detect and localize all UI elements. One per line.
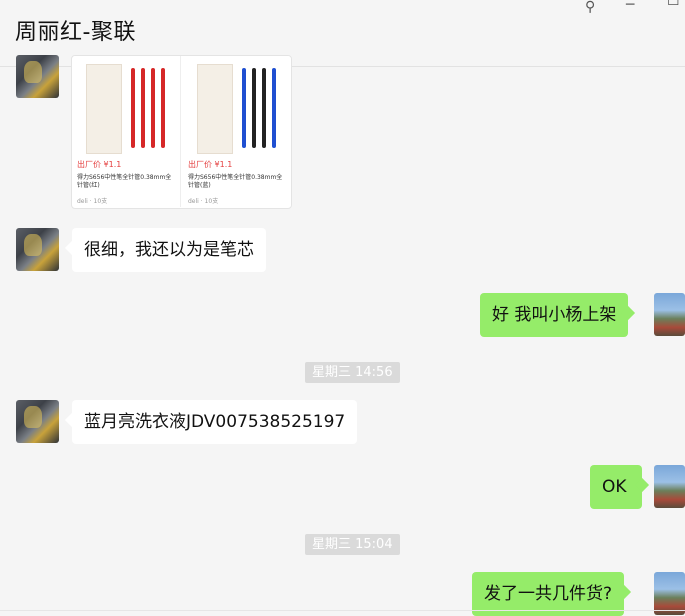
product-description: 得力S656中性笔全针管0.38mm全针管(蓝) [188,174,283,189]
red-pen-image [131,68,135,148]
product-item[interactable]: 出厂价 ¥1.1 得力S656中性笔全针管0.38mm全针管(红) deli ·… [73,56,180,207]
pen-box-image [197,64,233,154]
timestamp: 星期三 14:56 [305,362,400,383]
blue-pen-image [242,68,246,148]
product-price: 出厂价 ¥1.1 [77,160,122,169]
minimize-icon[interactable]: ─ [626,0,634,12]
message-bubble-incoming[interactable]: 很细，我还以为是笔芯 [72,228,266,272]
red-pen-image [151,68,155,148]
contact-avatar[interactable] [16,400,59,443]
timestamp: 星期三 15:04 [305,534,400,555]
chat-title: 周丽红-聚联 [15,20,136,45]
pen-box-image [86,64,122,154]
contact-avatar[interactable] [16,55,59,98]
contact-avatar[interactable] [16,228,59,271]
product-price: 出厂价 ¥1.1 [188,160,233,169]
black-pen-image [262,68,266,148]
composer-divider [0,610,685,611]
product-card-message[interactable]: 出厂价 ¥1.1 得力S656中性笔全针管0.38mm全针管(红) deli ·… [71,55,292,209]
message-bubble-outgoing[interactable]: 好 我叫小杨上架 [480,293,629,337]
pin-icon[interactable]: ⚲ [585,0,595,14]
red-pen-image [141,68,145,148]
black-pen-image [252,68,256,148]
my-avatar[interactable] [654,465,685,508]
message-bubble-outgoing[interactable]: OK [590,465,642,509]
my-avatar[interactable] [654,572,685,615]
product-item[interactable]: 出厂价 ¥1.1 得力S656中性笔全针管0.38mm全针管(蓝) deli ·… [184,56,291,207]
product-meta: deli · 10支 [188,198,219,205]
red-pen-image [161,68,165,148]
maximize-icon[interactable]: ☐ [667,0,680,8]
my-avatar[interactable] [654,293,685,336]
card-divider [180,56,181,207]
blue-pen-image [272,68,276,148]
product-description: 得力S656中性笔全针管0.38mm全针管(红) [77,174,172,189]
product-meta: deli · 10支 [77,198,108,205]
message-bubble-incoming[interactable]: 蓝月亮洗衣液JDV007538525197 [72,400,358,444]
